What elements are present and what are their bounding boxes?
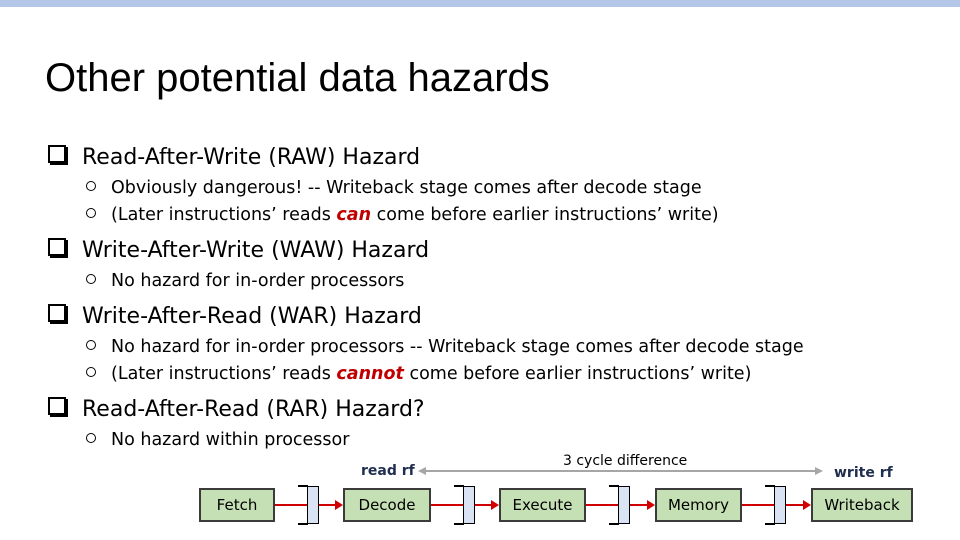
list-item: No hazard within processor: [86, 430, 349, 450]
wire: [319, 504, 335, 506]
list-item: No hazard for in-order processors: [86, 271, 404, 291]
circle-bullet-icon: [86, 274, 96, 284]
checkbox-bullet-icon: [48, 238, 66, 256]
stage-memory: Memory: [655, 488, 742, 522]
section-waw: Write-After-Write (WAW) Hazard: [48, 238, 429, 263]
accent-bar: [0, 0, 960, 7]
read-rf-label: read rf: [361, 463, 415, 479]
stage-execute: Execute: [499, 488, 586, 522]
circle-bullet-icon: [86, 340, 96, 350]
register-cap: [609, 523, 619, 525]
emphasis-text: can: [336, 205, 372, 225]
cycle-difference-arrow: [425, 470, 815, 472]
wire: [742, 504, 776, 506]
wire: [630, 504, 647, 506]
section-raw: Read-After-Write (RAW) Hazard: [48, 145, 420, 170]
register-cap: [765, 523, 775, 525]
list-item: No hazard for in-order processors -- Wri…: [86, 337, 804, 357]
checkbox-bullet-icon: [48, 304, 66, 322]
checkbox-bullet-icon: [48, 145, 66, 163]
wire: [431, 504, 465, 506]
section-heading: Write-After-Read (WAR) Hazard: [82, 304, 422, 329]
circle-bullet-icon: [86, 208, 96, 218]
circle-bullet-icon: [86, 181, 96, 191]
register-cap: [765, 485, 775, 487]
stage-fetch: Fetch: [199, 488, 275, 522]
circle-bullet-icon: [86, 367, 96, 377]
list-item: (Later instructions’ reads cannot come b…: [86, 364, 751, 384]
section-heading: Write-After-Write (WAW) Hazard: [82, 238, 430, 263]
arrowhead-icon: [803, 500, 811, 510]
register-cap: [298, 485, 308, 487]
circle-bullet-icon: [86, 433, 96, 443]
emphasis-text: cannot: [336, 364, 404, 384]
register-cap: [454, 485, 464, 487]
section-heading: Read-After-Read (RAR) Hazard?: [82, 397, 425, 422]
section-war: Write-After-Read (WAR) Hazard: [48, 304, 422, 329]
checkbox-bullet-icon: [48, 397, 66, 415]
section-rar: Read-After-Read (RAR) Hazard?: [48, 397, 425, 422]
register-cap: [298, 523, 308, 525]
cycle-difference-label: 3 cycle difference: [563, 453, 688, 469]
wire: [275, 504, 309, 506]
list-item: Obviously dangerous! -- Writeback stage …: [86, 178, 702, 198]
arrowhead-icon: [491, 500, 499, 510]
write-rf-label: write rf: [834, 465, 893, 481]
register-cap: [454, 523, 464, 525]
list-item: (Later instructions’ reads can come befo…: [86, 205, 719, 225]
arrow-right-icon: [815, 467, 823, 475]
pipeline-register: [618, 486, 630, 524]
pipeline-register: [463, 486, 475, 524]
stage-writeback: Writeback: [811, 488, 913, 522]
pipeline-register: [307, 486, 319, 524]
stage-decode: Decode: [343, 488, 431, 522]
wire: [786, 504, 803, 506]
arrowhead-icon: [335, 500, 343, 510]
wire: [475, 504, 491, 506]
slide-title: Other potential data hazards: [45, 56, 550, 100]
wire: [586, 504, 620, 506]
section-heading: Read-After-Write (RAW) Hazard: [82, 145, 421, 170]
pipeline-register: [774, 486, 786, 524]
arrowhead-icon: [647, 500, 655, 510]
register-cap: [609, 485, 619, 487]
